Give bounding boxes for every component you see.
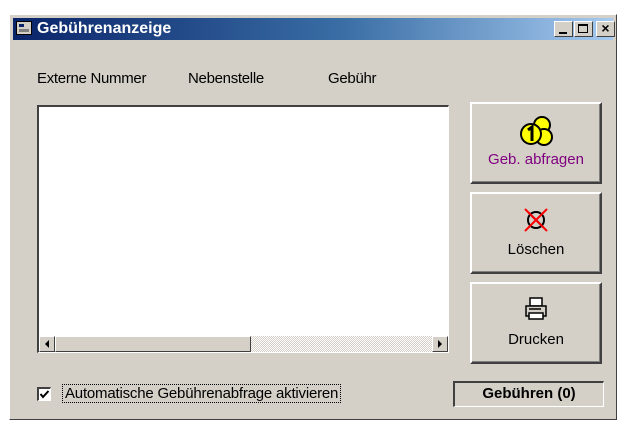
close-icon: ×: [601, 20, 610, 36]
column-header-extension[interactable]: Nebenstelle: [188, 70, 264, 87]
arrow-right-icon: [438, 340, 442, 348]
close-button[interactable]: ×: [596, 21, 615, 37]
query-fees-label: Geb. abfragen: [488, 151, 584, 168]
scrollbar-thumb[interactable]: [55, 336, 251, 352]
auto-query-label[interactable]: Automatische Gebührenabfrage aktivieren: [62, 384, 342, 403]
print-button[interactable]: Drucken: [470, 282, 602, 364]
auto-query-checkbox[interactable]: [37, 387, 51, 401]
maximize-button[interactable]: [574, 21, 593, 37]
printer-icon: [525, 297, 547, 320]
query-fees-button[interactable]: Geb. abfragen: [470, 102, 602, 184]
print-label: Drucken: [508, 331, 564, 348]
delete-button[interactable]: Löschen: [470, 192, 602, 274]
window-title: Gebührenanzeige: [37, 20, 172, 37]
fee-display-window: Gebührenanzeige × Externe Nummer Nebenst…: [9, 14, 617, 420]
column-header-external-number[interactable]: Externe Nummer: [37, 70, 146, 87]
horizontal-scrollbar[interactable]: [39, 336, 448, 352]
arrow-left-icon: [45, 340, 49, 348]
column-header-fee[interactable]: Gebühr: [328, 70, 377, 87]
coins-icon: [520, 116, 553, 146]
maximize-icon: [578, 24, 588, 33]
minimize-icon: [559, 32, 567, 34]
title-bar[interactable]: Gebührenanzeige ×: [13, 18, 615, 40]
scroll-right-button[interactable]: [432, 336, 448, 352]
minimize-button[interactable]: [554, 21, 573, 37]
check-icon: [39, 390, 50, 399]
delete-x-icon: [524, 208, 548, 232]
fee-total-display: Gebühren (0): [453, 381, 604, 407]
delete-label: Löschen: [507, 241, 565, 258]
fee-list[interactable]: [37, 105, 449, 353]
app-icon[interactable]: [16, 21, 32, 35]
scroll-left-button[interactable]: [39, 336, 55, 352]
